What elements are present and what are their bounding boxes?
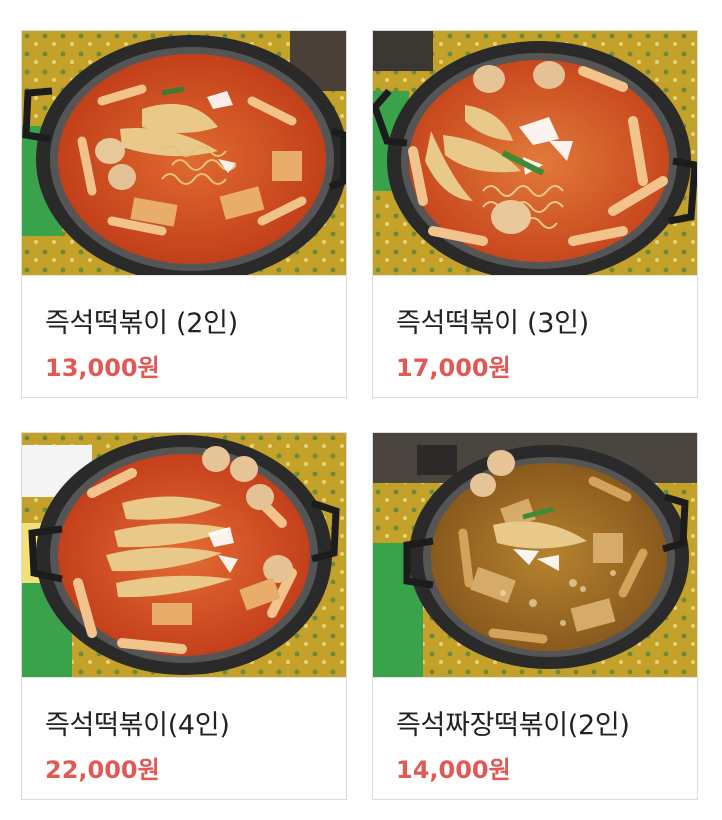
menu-item-price: 13,000원 xyxy=(45,354,160,382)
menu-card-info: 즉석떡볶이(4인) 22,000원 xyxy=(22,677,346,799)
menu-card-tteokbokki-2[interactable]: 즉석떡볶이 (2인) 13,000원 xyxy=(21,30,347,398)
menu-item-price: 22,000원 xyxy=(45,756,160,784)
tteokbokki-pan-photo xyxy=(22,433,346,677)
menu-card-tteokbokki-4[interactable]: 즉석떡볶이(4인) 22,000원 xyxy=(21,432,347,800)
menu-card-info: 즉석떡볶이 (3인) 17,000원 xyxy=(373,275,697,397)
menu-item-name: 즉석떡볶이(4인) xyxy=(45,710,230,741)
menu-item-name: 즉석짜장떡볶이(2인) xyxy=(396,710,630,741)
menu-card-tteokbokki-3[interactable]: 즉석떡볶이 (3인) 17,000원 xyxy=(372,30,698,398)
menu-item-price: 14,000원 xyxy=(396,756,511,784)
jjajang-tteokbokki-pan-photo xyxy=(373,433,697,677)
menu-card-jjajang-tteokbokki-2[interactable]: 즉석짜장떡볶이(2인) 14,000원 xyxy=(372,432,698,800)
menu-grid: 즉석떡볶이 (2인) 13,000원 즉석떡볶이 (3인) 17,000원 즉석… xyxy=(0,0,722,820)
menu-item-name: 즉석떡볶이 (2인) xyxy=(45,308,238,339)
menu-item-price: 17,000원 xyxy=(396,354,511,382)
tteokbokki-pan-photo xyxy=(22,31,346,275)
menu-item-name: 즉석떡볶이 (3인) xyxy=(396,308,589,339)
menu-card-info: 즉석떡볶이 (2인) 13,000원 xyxy=(22,275,346,397)
tteokbokki-pan-photo xyxy=(373,31,697,275)
menu-card-info: 즉석짜장떡볶이(2인) 14,000원 xyxy=(373,677,697,799)
